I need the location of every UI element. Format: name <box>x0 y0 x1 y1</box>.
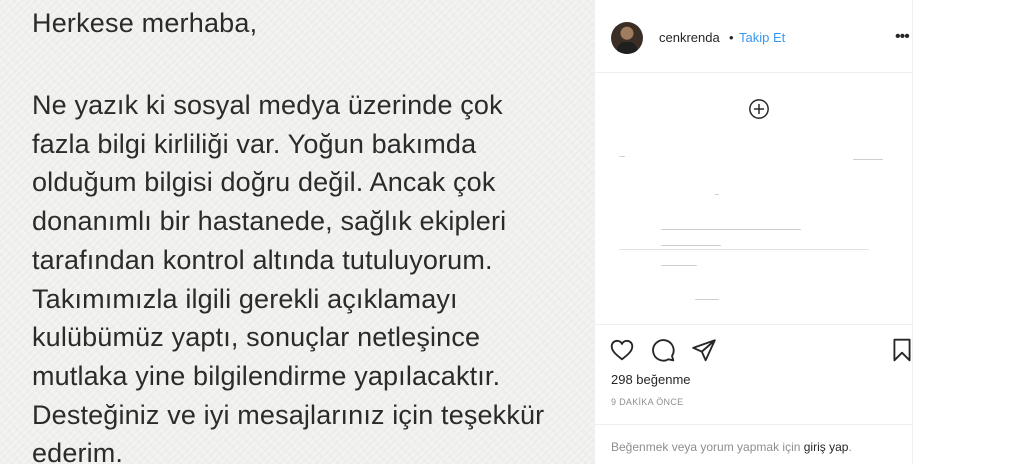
post-timestamp[interactable]: 9 DAKİKA ÖNCE <box>611 397 683 407</box>
note-line: Desteğiniz ve iyi mesajlarınız için teşe… <box>32 399 545 430</box>
note-line: ederim. <box>32 438 124 464</box>
login-prompt-prefix: Beğenmek veya yorum yapmak için <box>611 440 804 454</box>
comments-area <box>595 73 912 325</box>
comment-remnant <box>619 156 625 157</box>
login-link[interactable]: giriş yap <box>804 440 849 454</box>
comment-remnant <box>715 194 719 195</box>
comment-remnant <box>695 299 719 300</box>
note-line: tarafından kontrol altında tutuluyorum. <box>32 244 493 275</box>
bookmark-icon[interactable] <box>889 337 915 363</box>
note-line: olduğum bilgisi doğru değil. Ancak çok <box>32 167 496 198</box>
post-header: cenkrenda • Takip Et ••• <box>595 0 912 73</box>
note-line: donanımlı bir hastanede, sağlık ekipleri <box>32 206 507 237</box>
heart-icon[interactable] <box>609 337 635 363</box>
avatar-figure <box>617 42 637 54</box>
comment-remnant <box>853 159 883 160</box>
note-line: fazla bilgi kirliliği var. Yoğun bakımda <box>32 128 477 159</box>
note-body: Ne yazık ki sosyal medya üzerinde çok fa… <box>32 86 577 464</box>
comment-remnant <box>619 249 869 250</box>
login-prompt-text: Beğenmek veya yorum yapmak için giriş ya… <box>611 440 852 454</box>
note-line: mutlaka yine bilgilendirme yapılacaktır. <box>32 360 501 391</box>
action-bar <box>595 337 912 365</box>
login-prompt-suffix: . <box>848 440 852 454</box>
note-line: Ne yazık ki sosyal medya üzerinde çok <box>32 90 503 120</box>
login-prompt: Beğenmek veya yorum yapmak için giriş ya… <box>595 424 912 464</box>
like-count[interactable]: 298 beğenme <box>611 372 691 387</box>
comment-remnant <box>661 229 801 230</box>
avatar[interactable] <box>611 22 643 54</box>
note-line: kulübümüz yaptı, sonuçlar netleşince <box>32 322 481 353</box>
more-options-icon[interactable]: ••• <box>895 29 910 45</box>
separator-dot: • <box>729 30 734 45</box>
note-greeting: Herkese merhaba, <box>32 8 258 38</box>
post-image: Herkese merhaba, Ne yazık ki sosyal medy… <box>0 0 594 464</box>
comment-icon[interactable] <box>650 337 676 363</box>
post-side-panel: cenkrenda • Takip Et ••• 298 beğenme 9 D… <box>594 0 913 464</box>
plus-circle-icon[interactable] <box>748 98 770 120</box>
comment-remnant <box>661 245 721 246</box>
follow-button[interactable]: Takip Et <box>739 30 785 45</box>
username-link[interactable]: cenkrenda <box>659 30 720 45</box>
comment-remnant <box>661 265 697 266</box>
note-line: Takımımızla ilgili gerekli açıklamayı <box>32 283 458 314</box>
share-icon[interactable] <box>691 337 717 363</box>
